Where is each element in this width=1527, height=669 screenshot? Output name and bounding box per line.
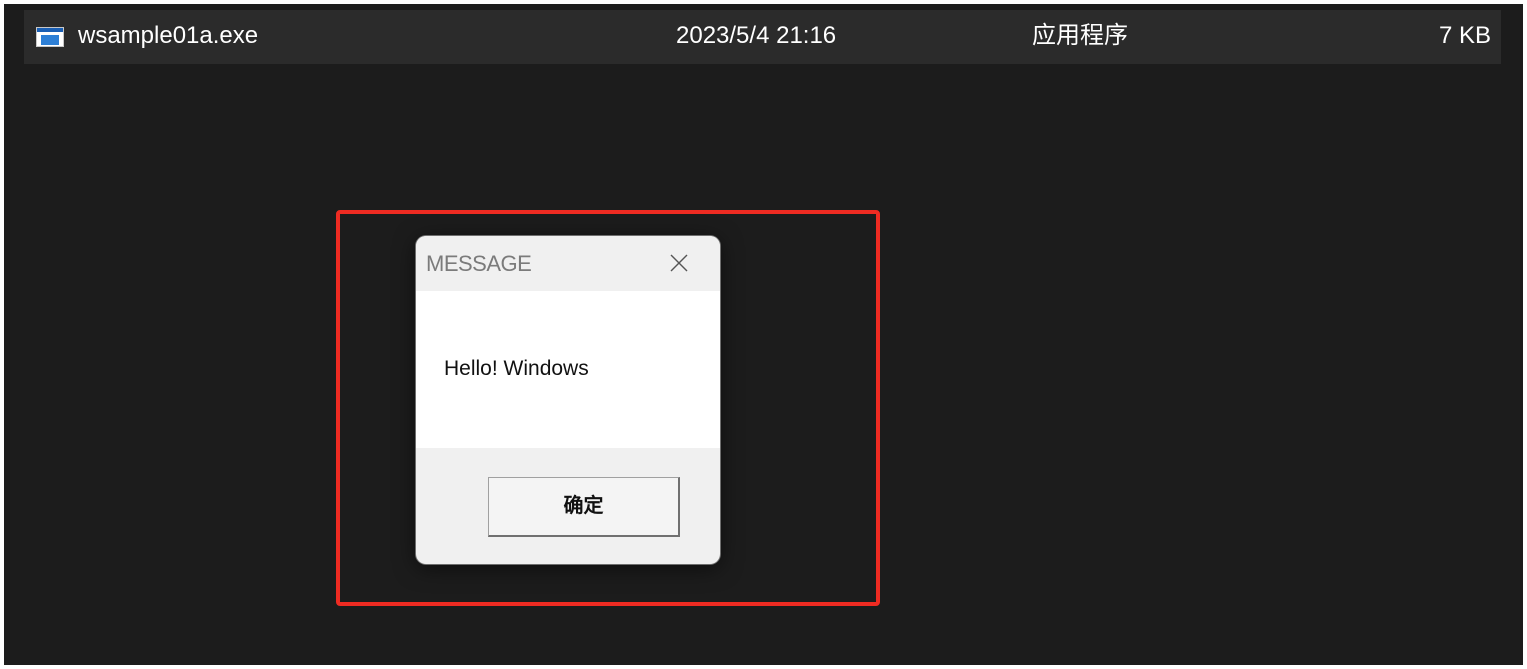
message-dialog: MESSAGE Hello! Windows 确定: [416, 236, 720, 564]
explorer-background: wsample01a.exe 2023/5/4 21:16 应用程序 7 KB …: [4, 4, 1523, 665]
file-size: 7 KB: [1438, 22, 1491, 49]
ok-button[interactable]: 确定: [488, 477, 680, 537]
dialog-titlebar[interactable]: MESSAGE: [416, 236, 720, 291]
file-row[interactable]: wsample01a.exe 2023/5/4 21:16 应用程序 7 KB: [24, 10, 1501, 64]
file-date: 2023/5/4 21:16: [676, 22, 837, 49]
close-icon[interactable]: [668, 252, 690, 274]
file-type: 应用程序: [1032, 22, 1128, 49]
dialog-title: MESSAGE: [426, 251, 532, 276]
application-window-icon: [36, 27, 64, 47]
dialog-message: Hello! Windows: [444, 357, 589, 380]
file-name: wsample01a.exe: [78, 22, 259, 49]
dialog-content: Hello! Windows: [416, 291, 720, 448]
